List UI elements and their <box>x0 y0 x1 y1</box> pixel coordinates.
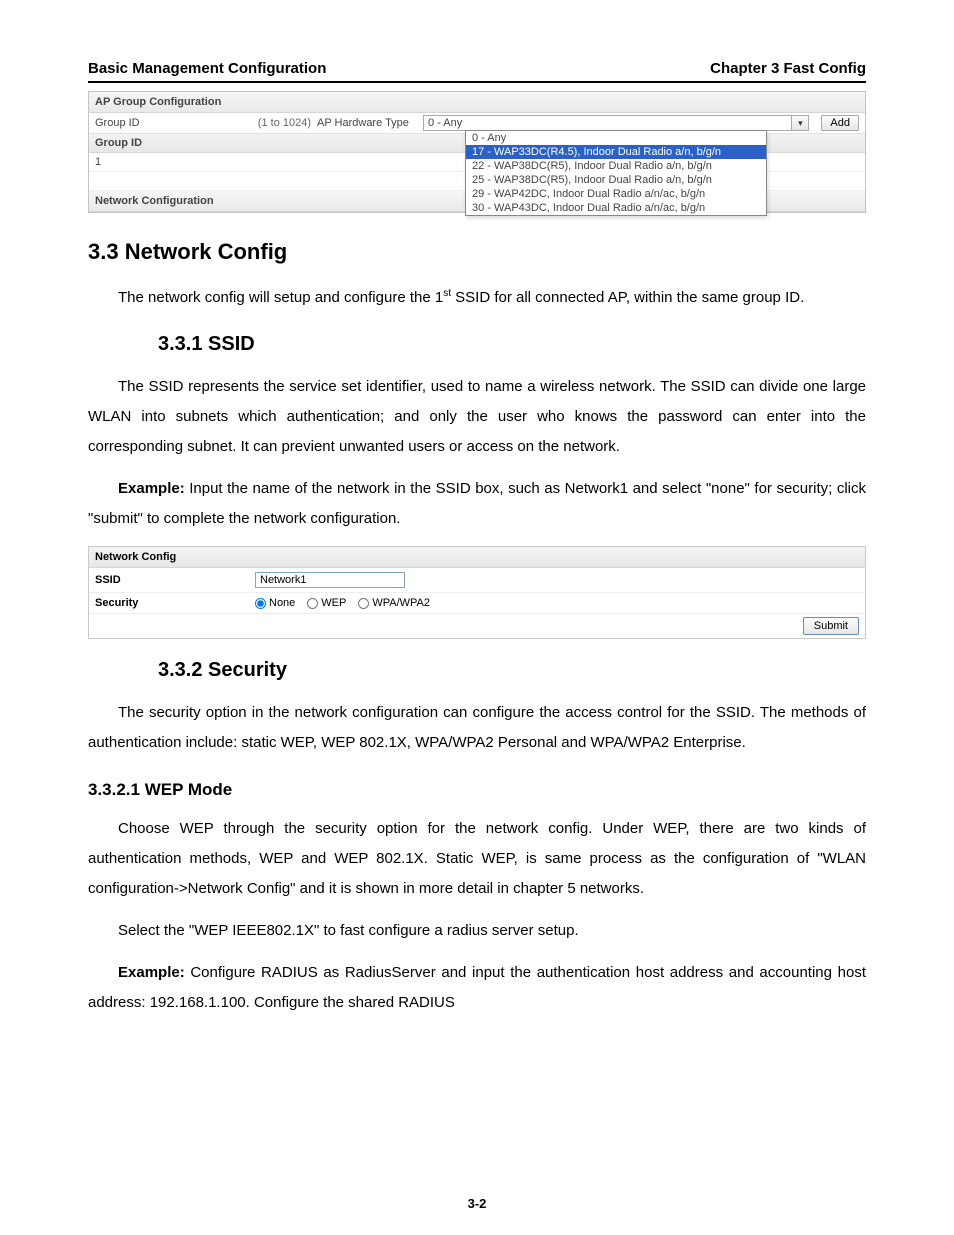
list-item[interactable]: 25 - WAP38DC(R5), Indoor Dual Radio a/n,… <box>466 173 766 187</box>
ssid-input[interactable] <box>255 572 405 588</box>
text: The SSID represents the service set iden… <box>88 378 866 455</box>
group-id-range: (1 to 1024) <box>251 117 311 129</box>
radio-wpa-input[interactable] <box>358 598 369 609</box>
heading-3.3: 3.3 Network Config <box>88 239 866 265</box>
page-header: Basic Management Configuration Chapter 3… <box>88 60 866 83</box>
submit-button[interactable]: Submit <box>803 617 859 635</box>
list-item[interactable]: 0 - Any <box>466 131 766 145</box>
example-label: Example: <box>118 480 185 497</box>
radio-wpa[interactable]: WPA/WPA2 <box>358 597 430 609</box>
heading-3.3.2.1: 3.3.2.1 WEP Mode <box>88 780 866 800</box>
text: SSID for all connected AP, within the sa… <box>451 289 804 306</box>
header-right: Chapter 3 Fast Config <box>710 60 866 77</box>
list-item[interactable]: 17 - WAP33DC(R4.5), Indoor Dual Radio a/… <box>466 145 766 159</box>
panel-title: AP Group Configuration <box>89 92 865 113</box>
ssid-label: SSID <box>95 574 255 586</box>
text: Configure RADIUS as RadiusServer and inp… <box>88 964 866 1011</box>
page-number: 3-2 <box>0 1196 954 1211</box>
radio-label: None <box>269 597 295 609</box>
example-label: Example: <box>118 964 185 981</box>
hw-type-dropdown-list[interactable]: 0 - Any 17 - WAP33DC(R4.5), Indoor Dual … <box>465 130 767 216</box>
list-item[interactable]: 30 - WAP43DC, Indoor Dual Radio a/n/ac, … <box>466 201 766 215</box>
radio-none-input[interactable] <box>255 598 266 609</box>
para-3.3.1-a: The SSID represents the service set iden… <box>88 372 866 462</box>
list-item[interactable]: 29 - WAP42DC, Indoor Dual Radio a/n/ac, … <box>466 187 766 201</box>
radio-wep[interactable]: WEP <box>307 597 346 609</box>
radio-label: WEP <box>321 597 346 609</box>
cell-group-id: 1 <box>95 156 155 168</box>
text: Input the name of the network in the SSI… <box>88 480 866 527</box>
text: The network config will setup and config… <box>118 289 443 306</box>
hw-type-label: AP Hardware Type <box>317 117 417 129</box>
dropdown-arrow-icon[interactable]: ▾ <box>792 115 809 131</box>
heading-3.3.2: 3.3.2 Security <box>158 659 866 682</box>
security-label: Security <box>95 597 255 609</box>
network-config-panel: Network Config SSID Security None WEP WP… <box>88 546 866 639</box>
security-radio-group: None WEP WPA/WPA2 <box>255 597 430 609</box>
para-3.3.2.1-b: Select the "WEP IEEE802.1X" to fast conf… <box>88 916 866 946</box>
text: Select the "WEP IEEE802.1X" to fast conf… <box>118 922 579 939</box>
text: Choose WEP through the security option f… <box>88 820 866 897</box>
list-item[interactable]: 22 - WAP38DC(R5), Indoor Dual Radio a/n,… <box>466 159 766 173</box>
col-header-group-id: Group ID <box>95 137 155 149</box>
heading-3.3.1: 3.3.1 SSID <box>158 333 866 356</box>
para-3.3: The network config will setup and config… <box>88 283 866 313</box>
panel-title: Network Config <box>89 547 865 568</box>
para-3.3.2: The security option in the network confi… <box>88 698 866 758</box>
text: The security option in the network confi… <box>88 704 866 751</box>
ap-group-config-panel: AP Group Configuration Group ID (1 to 10… <box>88 91 866 213</box>
para-3.3.1-example: Example: Input the name of the network i… <box>88 474 866 534</box>
radio-label: WPA/WPA2 <box>372 597 430 609</box>
para-3.3.2.1-c: Example: Configure RADIUS as RadiusServe… <box>88 958 866 1018</box>
para-3.3.2.1-a: Choose WEP through the security option f… <box>88 814 866 904</box>
group-id-label: Group ID <box>95 117 245 129</box>
superscript: st <box>443 288 451 299</box>
radio-wep-input[interactable] <box>307 598 318 609</box>
add-button[interactable]: Add <box>821 115 859 131</box>
header-left: Basic Management Configuration <box>88 60 326 77</box>
radio-none[interactable]: None <box>255 597 295 609</box>
hw-type-select[interactable]: 0 - Any <box>423 115 792 131</box>
